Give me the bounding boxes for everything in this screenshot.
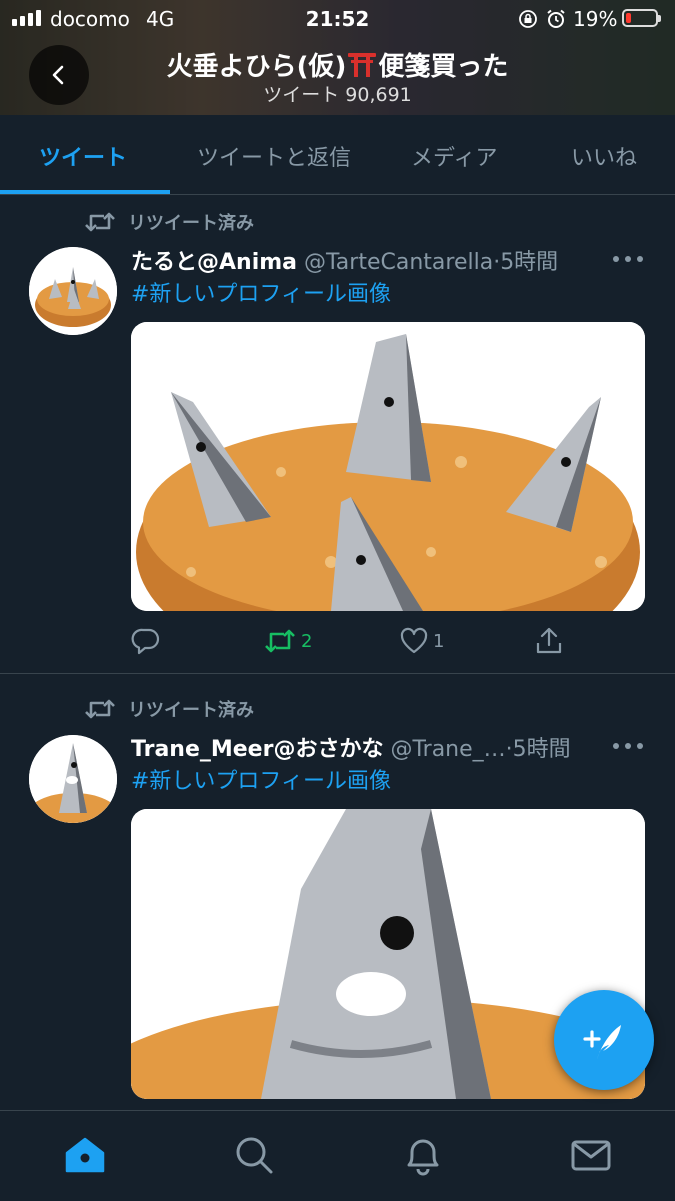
home-icon[interactable] — [63, 1133, 107, 1177]
search-icon[interactable] — [232, 1133, 276, 1177]
fish-pie-image — [131, 322, 645, 611]
author-handle: @Trane_… — [390, 737, 506, 762]
profile-name-text: 火垂よひら(仮) — [166, 52, 347, 82]
retweet-count: 2 — [301, 630, 313, 652]
dot-separator: · — [505, 737, 513, 762]
retweet-context: リツイート済み — [84, 696, 254, 722]
compose-tweet-button[interactable] — [554, 990, 654, 1090]
alarm-icon — [547, 9, 565, 28]
retweet-button[interactable]: 2 — [263, 626, 312, 656]
tweet[interactable]: リツイート済み たると@Anima @TarteCantarella·5時間 #… — [0, 195, 675, 672]
tab-media[interactable]: メディア — [411, 140, 497, 172]
battery-level — [626, 13, 632, 23]
tweet-media-image[interactable] — [131, 322, 645, 611]
tweet-text-hashtag[interactable]: #新しいプロフィール画像 — [131, 276, 391, 308]
tweet-time: 5時間 — [512, 737, 571, 762]
tweet-divider — [0, 673, 675, 674]
retweet-label: リツイート済み — [128, 700, 254, 721]
tweet-count: ツイート 90,691 — [263, 84, 412, 106]
battery-icon — [622, 9, 661, 27]
heart-icon — [400, 627, 428, 654]
more-options-icon[interactable] — [612, 742, 644, 750]
compose-tweet-icon — [583, 1025, 621, 1059]
tab-likes[interactable]: いいね — [571, 140, 637, 172]
author-name[interactable]: Trane_Meer@おさかな — [131, 737, 383, 762]
tab-tweets[interactable]: ツイート — [39, 140, 127, 172]
notifications-icon[interactable] — [401, 1133, 445, 1177]
avatar[interactable] — [29, 247, 117, 335]
more-options-icon[interactable] — [612, 255, 644, 263]
like-button[interactable]: 1 — [399, 626, 444, 656]
author-name[interactable]: たると@Anima — [131, 250, 297, 275]
tweet-text-hashtag[interactable]: #新しいプロフィール画像 — [131, 763, 391, 795]
status-bar: docomo 4G 21:52 19% — [0, 0, 675, 38]
orientation-lock-icon — [519, 10, 537, 28]
tab-tweets-and-replies[interactable]: ツイートと返信 — [197, 140, 351, 172]
battery-percentage: 19% — [573, 7, 618, 31]
tweet-meta: Trane_Meer@おさかな @Trane_…·5時間 — [131, 731, 571, 763]
torii-gate-emoji-icon — [348, 53, 377, 77]
tweet-actions: 2 1 — [131, 626, 601, 656]
fish-pie-avatar-image — [29, 247, 117, 335]
retweet-icon — [85, 212, 115, 232]
reply-button[interactable] — [131, 626, 161, 656]
retweet-label: リツイート済み — [128, 213, 254, 234]
like-count: 1 — [433, 630, 445, 652]
profile-header: docomo 4G 21:52 19% 火垂よひら(仮) 便箋買った ツイート … — [0, 0, 675, 115]
reply-icon — [131, 628, 160, 655]
profile-display-name: 火垂よひら(仮) 便箋買った — [0, 46, 675, 83]
share-button[interactable] — [534, 626, 564, 656]
messages-icon[interactable] — [569, 1133, 613, 1177]
active-tab-indicator — [0, 190, 170, 194]
retweet-context: リツイート済み — [84, 209, 254, 235]
share-icon — [536, 627, 562, 654]
avatar[interactable] — [29, 735, 117, 823]
tweet-time: 5時間 — [500, 250, 559, 275]
tweet-meta: たると@Anima @TarteCantarella·5時間 — [131, 244, 558, 276]
author-handle: @TarteCantarella — [304, 250, 494, 275]
profile-tabs: ツイート ツイートと返信 メディア いいね — [0, 115, 675, 195]
profile-name-suffix: 便箋買った — [378, 52, 509, 82]
retweet-icon — [265, 629, 295, 653]
fish-avatar-image — [29, 735, 117, 823]
bottom-navigation — [0, 1110, 675, 1201]
retweet-icon — [85, 699, 115, 719]
